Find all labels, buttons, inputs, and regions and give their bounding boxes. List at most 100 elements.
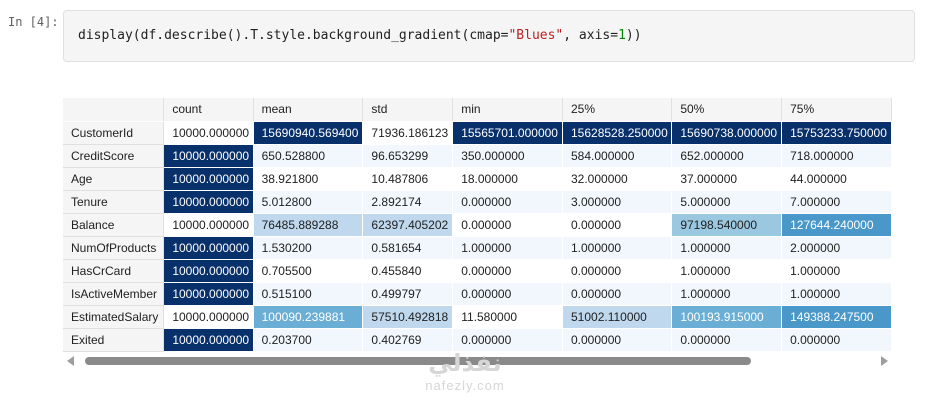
code-part: display(df.describe().	[78, 28, 251, 43]
table-cell: 0.515100	[253, 282, 364, 306]
table-cell: 0.455840	[362, 259, 454, 283]
table-cell: 0.499797	[362, 282, 454, 306]
table-row: IsActiveMember 10000.000000 0.515100 0.4997…	[63, 282, 892, 306]
code-part: ))	[625, 28, 642, 43]
code-part: .style.background_gradient(cmap=	[258, 28, 509, 43]
table-cell: 0.000000	[562, 259, 673, 283]
watermark-latin: nafezly.com	[425, 378, 505, 393]
row-label: NumOfProducts	[63, 236, 165, 260]
code-part: T	[250, 28, 259, 43]
table-cell: 7.000000	[781, 190, 892, 214]
table-cell: 0.000000	[452, 259, 563, 283]
table-cell: 96.653299	[362, 144, 454, 168]
table-cell: 5.000000	[671, 190, 783, 214]
column-header: std	[362, 98, 454, 122]
table-cell: 3.000000	[562, 190, 673, 214]
table-cell: 652.000000	[671, 144, 783, 168]
table-cell: 37.000000	[671, 167, 783, 191]
watermark-logo: نفذلي nafezly.com	[405, 350, 525, 406]
table-cell: 1.000000	[671, 236, 783, 260]
table-cell: 10000.000000	[163, 213, 254, 237]
table-cell: 57510.492818	[362, 305, 454, 329]
table-cell: 1.000000	[562, 236, 673, 260]
cell-prompt: In [4]:	[8, 15, 59, 29]
table-cell: 100090.239881	[253, 305, 364, 329]
table-cell: 1.000000	[781, 259, 892, 283]
code-number: 1	[618, 28, 626, 43]
table-cell: 10000.000000	[163, 190, 254, 214]
code-string: "Blues"	[508, 28, 564, 43]
table-cell: 584.000000	[562, 144, 673, 168]
table-cell: 0.000000	[452, 213, 563, 237]
table-cell: 15753233.750000	[781, 121, 892, 145]
column-header: 25%	[562, 98, 673, 122]
table-cell: 0.000000	[452, 328, 563, 352]
table-cell: 0.000000	[671, 328, 783, 352]
row-label: CreditScore	[63, 144, 165, 168]
column-header: mean	[253, 98, 364, 122]
table-cell: 0.000000	[562, 282, 673, 306]
table-cell: 15690738.000000	[671, 121, 783, 145]
table-cell: 51002.110000	[562, 305, 673, 329]
row-label: IsActiveMember	[63, 282, 165, 306]
code-cell[interactable]: display(df.describe().T.style.background…	[63, 10, 915, 62]
table-row: NumOfProducts 10000.000000 1.530200 0.58165…	[63, 236, 892, 260]
table-cell: 1.530200	[253, 236, 364, 260]
table-cell: 38.921800	[253, 167, 364, 191]
table-row: EstimatedSalary 10000.000000 100090.239881…	[63, 305, 892, 329]
scroll-left-arrow-icon[interactable]	[67, 356, 74, 366]
table-cell: 650.528800	[253, 144, 364, 168]
table-cell: 100193.915000	[671, 305, 783, 329]
row-label: Exited	[63, 328, 165, 352]
column-header: 50%	[671, 98, 783, 122]
table-row: CustomerId 10000.000000 15690940.569400 719…	[63, 121, 892, 145]
table-cell: 15628528.250000	[562, 121, 673, 145]
column-header: 75%	[781, 98, 892, 122]
table-row: HasCrCard 10000.000000 0.705500 0.455840 0.0…	[63, 259, 892, 283]
code-part: , axis=	[563, 28, 619, 43]
table-cell: 0.203700	[253, 328, 364, 352]
table-header-row: count mean std min 25% 50% 75%	[63, 98, 892, 122]
table-cell: 1.000000	[671, 259, 783, 283]
table-cell: 10000.000000	[163, 328, 254, 352]
row-label: Balance	[63, 213, 165, 237]
table-row: Exited 10000.000000 0.203700 0.402769 0.0000…	[63, 328, 892, 352]
table-row: Balance 10000.000000 76485.889288 62397.405…	[63, 213, 892, 237]
styled-dataframe: count mean std min 25% 50% 75% CustomerId 10000…	[63, 98, 892, 352]
table-cell: 44.000000	[781, 167, 892, 191]
table-cell: 1.000000	[452, 236, 563, 260]
table-row: Age 10000.000000 38.921800 10.487806 18.0000…	[63, 167, 892, 191]
table-cell: 1.000000	[671, 282, 783, 306]
row-label: Tenure	[63, 190, 165, 214]
code-text[interactable]: display(df.describe().T.style.background…	[78, 28, 642, 43]
table-cell: 0.000000	[562, 328, 673, 352]
table-cell: 71936.186123	[362, 121, 454, 145]
scroll-right-arrow-icon[interactable]	[881, 356, 888, 366]
column-header: count	[163, 98, 254, 122]
table-row: CreditScore 10000.000000 650.528800 96.6532…	[63, 144, 892, 168]
table-cell: 10000.000000	[163, 144, 254, 168]
table-cell: 15690940.569400	[253, 121, 364, 145]
row-label: CustomerId	[63, 121, 165, 145]
table-cell: 1.000000	[781, 282, 892, 306]
row-label: HasCrCard	[63, 259, 165, 283]
table-cell: 10000.000000	[163, 167, 254, 191]
table-cell: 0.000000	[562, 213, 673, 237]
table-cell: 62397.405202	[362, 213, 454, 237]
table-cell: 127644.240000	[781, 213, 892, 237]
table-cell: 18.000000	[452, 167, 563, 191]
output-area: count mean std min 25% 50% 75% CustomerId 10000…	[63, 98, 892, 352]
table-cell: 32.000000	[562, 167, 673, 191]
table-cell: 0.000000	[452, 190, 563, 214]
table-cell: 10.487806	[362, 167, 454, 191]
table-cell: 0.000000	[452, 282, 563, 306]
table-row: Tenure 10000.000000 5.012800 2.892174 0.0000…	[63, 190, 892, 214]
index-header	[63, 98, 165, 122]
table-cell: 0.402769	[362, 328, 454, 352]
table-cell: 10000.000000	[163, 305, 254, 329]
column-header: min	[452, 98, 563, 122]
table-cell: 97198.540000	[671, 213, 783, 237]
watermark-arabic: نفذلي	[428, 350, 502, 377]
table-cell: 10000.000000	[163, 121, 254, 145]
table-cell: 76485.889288	[253, 213, 364, 237]
